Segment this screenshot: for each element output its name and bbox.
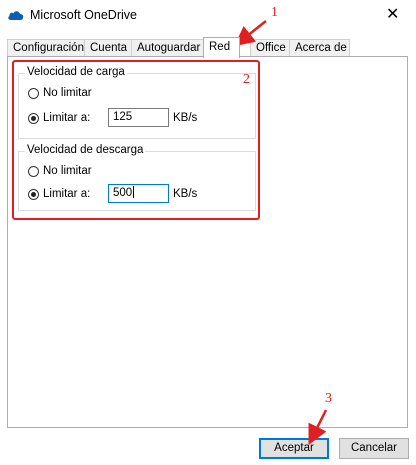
arrow-to-red-tab [234, 20, 267, 47]
tab-red[interactable]: Red [203, 37, 240, 58]
arrow-to-accept-button [308, 409, 328, 445]
annotation-arrows [234, 20, 328, 445]
